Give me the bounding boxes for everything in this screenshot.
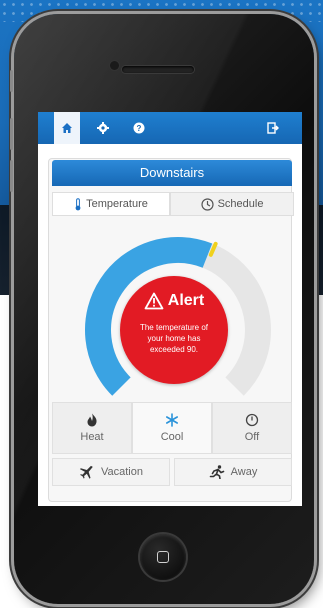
- flame-icon: [87, 413, 97, 427]
- home-square-icon: [157, 551, 169, 563]
- away-label: Away: [230, 466, 258, 478]
- snowflake-icon: [165, 413, 178, 427]
- earpiece-speaker: [122, 66, 194, 73]
- mode-heat-button[interactable]: Heat: [52, 402, 132, 454]
- alert-title: Alert: [167, 292, 205, 309]
- vacation-label: Vacation: [101, 466, 143, 478]
- help-icon: ?: [133, 122, 145, 134]
- mute-switch: [10, 70, 13, 92]
- tab-logout[interactable]: [260, 112, 286, 144]
- tab-temperature[interactable]: Temperature: [52, 192, 170, 216]
- vacation-button[interactable]: Vacation: [52, 458, 170, 486]
- gear-icon: [97, 122, 109, 134]
- tab-home[interactable]: [54, 112, 80, 144]
- tab-settings[interactable]: [90, 112, 116, 144]
- running-icon: [209, 465, 224, 479]
- mode-cool-label: Cool: [160, 431, 184, 443]
- away-button[interactable]: Away: [174, 458, 292, 486]
- front-camera: [110, 61, 119, 70]
- home-icon: [62, 123, 72, 133]
- power-icon: [245, 413, 259, 427]
- tab-schedule-label: Schedule: [217, 198, 264, 210]
- mode-heat-label: Heat: [80, 431, 104, 443]
- volume-up-button: [10, 118, 13, 150]
- svg-text:?: ?: [137, 124, 142, 133]
- volume-down-button: [10, 160, 13, 192]
- mode-off-label: Off: [244, 431, 260, 443]
- mode-cool-button[interactable]: Cool: [132, 402, 212, 454]
- alert-badge[interactable]: Alert The temperature of your home has e…: [120, 276, 228, 384]
- clock-icon: [200, 197, 214, 211]
- tab-schedule[interactable]: Schedule: [170, 192, 294, 216]
- tab-temperature-label: Temperature: [86, 198, 148, 210]
- logout-icon: [267, 122, 279, 134]
- tab-help[interactable]: ?: [126, 112, 152, 144]
- home-button[interactable]: [140, 534, 186, 580]
- zone-title[interactable]: Downstairs: [52, 160, 292, 186]
- alert-message: The temperature of your home has exceede…: [139, 323, 209, 354]
- warning-icon: [144, 292, 164, 310]
- phone-screen: ? Downstairs Temperature Schedule Alert …: [38, 112, 302, 506]
- mode-off-button[interactable]: Off: [212, 402, 292, 454]
- alert-title-row: Alert: [120, 288, 228, 314]
- airplane-icon: [79, 465, 93, 479]
- thermometer-icon: [75, 197, 81, 210]
- app-top-bar: ?: [38, 112, 302, 144]
